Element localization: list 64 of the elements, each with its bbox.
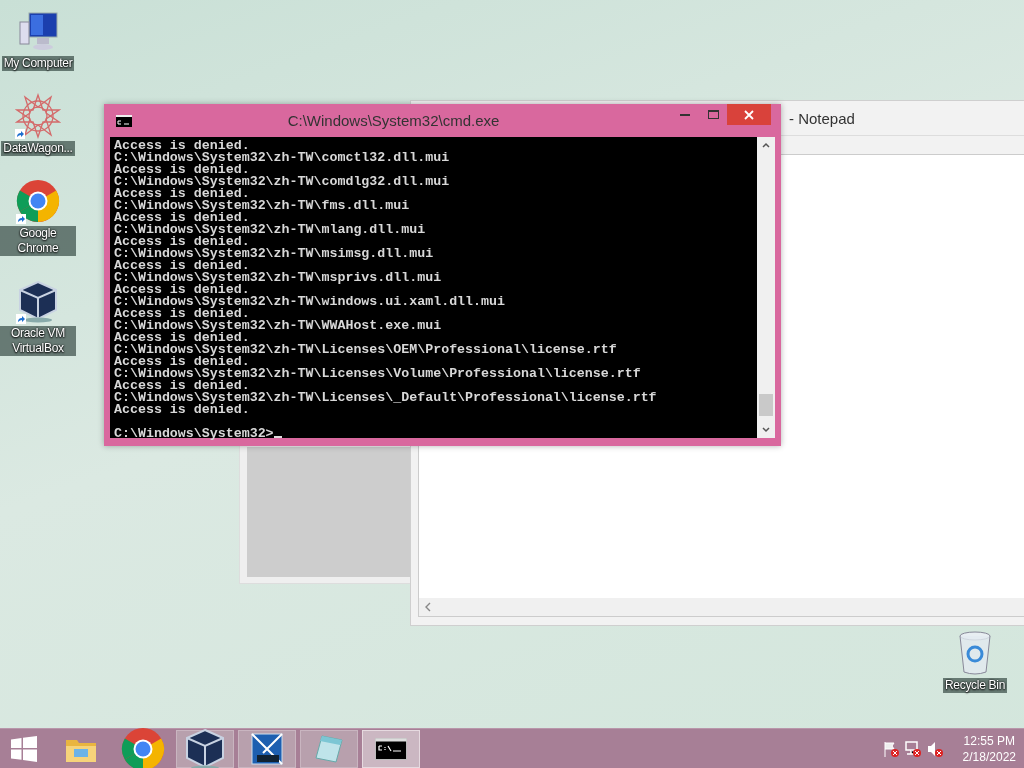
console-line: C:\Windows\System32\zh-TW\comdlg32.dll.mui: [114, 176, 451, 188]
console-window-icon: [116, 114, 132, 127]
console-line: C:\Windows\System32\zh-TW\comctl32.dll.mui: [114, 152, 451, 164]
desktop-icon-label: Recycle Bin: [942, 678, 1008, 693]
console-line: C:\Windows\System32\zh-TW\msprivs.dll.mui: [114, 272, 443, 284]
cube-icon: [16, 279, 60, 323]
horizontal-scrollbar[interactable]: [419, 598, 1024, 616]
flag-error-icon[interactable]: [882, 740, 899, 757]
console-line: Access is denied.: [114, 260, 250, 272]
close-button[interactable]: [727, 104, 771, 125]
console-line: C:\Windows\System32\zh-TW\mlang.dll.mui: [114, 224, 427, 236]
window-title: - Notepad: [789, 109, 855, 127]
chrome-icon: [16, 179, 60, 223]
console-line: C:\Windows\System32\zh-TW\Licenses\Volume\Professional\license.rtf: [114, 368, 642, 380]
chrome-icon: [121, 726, 165, 768]
taskbar-button[interactable]: [176, 729, 234, 768]
console-line: Access is denied.: [114, 164, 250, 176]
vista-icon: [251, 732, 283, 765]
vertical-scrollbar[interactable]: [757, 137, 775, 438]
console-line: C:\Windows\System32\zh-TW\windows.ui.xaml.dll.mui: [114, 296, 506, 308]
minimize-icon: [680, 113, 690, 116]
clock-time[interactable]: 12:55 PM: [963, 732, 1015, 749]
scrollbar-thumb[interactable]: [759, 394, 773, 416]
desktop-shortcut[interactable]: [16, 278, 60, 324]
console-line: Access is denied.: [114, 140, 250, 152]
console-line: Access is denied.: [114, 212, 250, 224]
scroll-left-icon: [425, 602, 431, 612]
desktop-icon-label: Google Chrome: [0, 226, 76, 256]
network-error-icon[interactable]: [904, 740, 921, 757]
console-line: Access is denied.: [114, 188, 250, 200]
computer-icon: [17, 10, 59, 52]
console-icon: [375, 737, 407, 760]
shortcut-arrow-icon: [15, 129, 25, 139]
console-line: C:\Windows\System32\zh-TW\Licenses\_Default\Professional\license.rtf: [114, 392, 658, 404]
command-prompt: C:\Windows\System32>: [114, 426, 274, 441]
windows-start-icon: [11, 735, 37, 762]
maximize-icon: [707, 110, 719, 119]
window-title: C:\Windows\System32\cmd.exe: [286, 112, 501, 129]
console-line: Access is denied.: [114, 284, 250, 296]
star-pattern-icon: [15, 93, 61, 139]
console-line: Access is denied.: [114, 308, 250, 320]
desktop-icon-label: DataWagon...: [1, 141, 75, 156]
console-line: C:\Windows\System32\zh-TW\WWAHost.exe.mui: [114, 320, 443, 332]
desktop-icon-label: My Computer: [1, 56, 75, 71]
shortcut-arrow-icon: [16, 214, 26, 224]
console-line: Access is denied.: [114, 356, 250, 368]
taskbar-button[interactable]: [362, 729, 420, 768]
console-window[interactable]: [104, 104, 781, 446]
console-line: Access is denied.: [114, 380, 250, 392]
console-line: Access is denied.: [114, 332, 250, 344]
console-line: C:\Windows\System32\zh-TW\msimsg.dll.mui: [114, 248, 435, 260]
notepad-icon: [314, 733, 344, 764]
console-line: C:\Windows\System32\zh-TW\Licenses\OEM\Professional\license.rtf: [114, 344, 618, 356]
close-icon: [744, 109, 754, 120]
console-line: C:\Windows\System32\zh-TW\fms.dll.mui: [114, 200, 411, 212]
clock-date[interactable]: 2/18/2022: [962, 748, 1016, 765]
shortcut-arrow-icon: [16, 314, 26, 324]
console-line: Access is denied.: [114, 404, 250, 416]
console-line: Access is denied.: [114, 236, 250, 248]
taskbar-button[interactable]: [238, 729, 296, 768]
desktop-icon-label: Oracle VM VirtualBox: [0, 326, 76, 356]
cube-icon: [183, 726, 227, 768]
speaker-muted-icon[interactable]: [926, 740, 943, 757]
text-cursor: [273, 436, 282, 438]
